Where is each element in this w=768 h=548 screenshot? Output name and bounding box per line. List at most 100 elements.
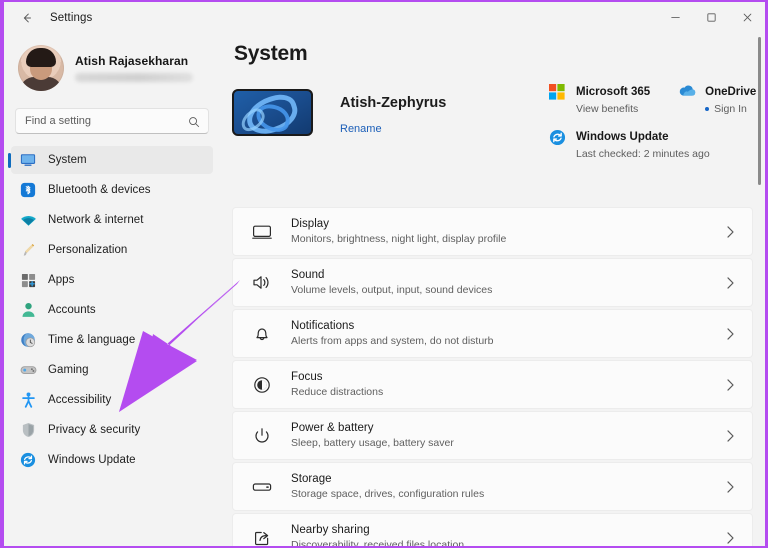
sidebar-item-label: Accessibility xyxy=(48,394,111,406)
setting-subtitle: Storage space, drives, configuration rul… xyxy=(291,488,484,500)
setting-title: Storage xyxy=(291,473,484,485)
maximize-button[interactable] xyxy=(693,2,729,33)
setting-subtitle: Volume levels, output, input, sound devi… xyxy=(291,284,492,296)
service-onedrive[interactable]: OneDrive Sign In xyxy=(678,82,756,115)
windows-update-icon xyxy=(549,129,567,147)
setting-row-display[interactable]: Display Monitors, brightness, night ligh… xyxy=(232,207,753,256)
setting-subtitle: Sleep, battery usage, battery saver xyxy=(291,437,454,449)
setting-text: Power & battery Sleep, battery usage, ba… xyxy=(291,422,454,449)
sidebar-item-system[interactable]: System xyxy=(11,146,213,174)
sidebar-item-time-language[interactable]: Time & language xyxy=(11,326,213,354)
setting-subtitle: Alerts from apps and system, do not dist… xyxy=(291,335,494,347)
window-title: Settings xyxy=(50,12,92,24)
sidebar-item-label: Personalization xyxy=(48,244,127,256)
back-arrow-icon xyxy=(20,11,34,25)
share-icon xyxy=(250,529,274,547)
service-text: OneDrive Sign In xyxy=(705,82,756,115)
title-bar: Settings xyxy=(4,2,765,34)
shield-icon xyxy=(18,421,38,439)
power-icon xyxy=(250,427,274,445)
account-email-blurred xyxy=(75,73,193,82)
service-subtitle: Sign In xyxy=(705,103,756,115)
setting-row-focus[interactable]: Focus Reduce distractions xyxy=(232,360,753,409)
page-title: System xyxy=(234,42,308,66)
system-icon xyxy=(18,151,38,169)
setting-title: Nearby sharing xyxy=(291,524,464,536)
storage-icon xyxy=(250,481,274,493)
close-icon xyxy=(742,12,753,23)
device-summary: Atish-Zephyrus Rename xyxy=(232,89,446,137)
search-input[interactable] xyxy=(25,110,175,132)
sidebar-item-personalization[interactable]: Personalization xyxy=(11,236,213,264)
clock-globe-icon xyxy=(18,331,38,349)
sidebar-item-privacy-security[interactable]: Privacy & security xyxy=(11,416,213,444)
maximize-icon xyxy=(706,12,717,23)
service-title: OneDrive xyxy=(705,86,756,98)
sidebar-item-label: Gaming xyxy=(48,364,89,376)
bell-icon xyxy=(250,325,274,343)
setting-row-nearby-sharing[interactable]: Nearby sharing Discoverability, received… xyxy=(232,513,753,546)
speaker-icon xyxy=(250,274,274,291)
service-cards: Microsoft 365 View benefits OneDrive Sig… xyxy=(549,82,761,160)
account-block[interactable]: Atish Rajasekharan xyxy=(18,42,220,94)
sidebar-item-label: Time & language xyxy=(48,334,135,346)
setting-title: Notifications xyxy=(291,320,494,332)
person-icon xyxy=(18,301,38,319)
windows-update-icon xyxy=(18,451,38,469)
chevron-right-icon xyxy=(726,480,735,493)
service-subtitle: View benefits xyxy=(576,103,650,115)
service-subtitle: Last checked: 2 minutes ago xyxy=(576,148,710,160)
setting-title: Focus xyxy=(291,371,383,383)
rename-link[interactable]: Rename xyxy=(340,123,382,135)
sidebar-item-windows-update[interactable]: Windows Update xyxy=(11,446,213,474)
minimize-icon xyxy=(670,12,681,23)
search-box[interactable] xyxy=(15,108,209,134)
window-controls xyxy=(657,2,765,34)
setting-text: Display Monitors, brightness, night ligh… xyxy=(291,218,506,245)
setting-subtitle: Reduce distractions xyxy=(291,386,383,398)
setting-text: Nearby sharing Discoverability, received… xyxy=(291,524,464,546)
sidebar-item-bluetooth-devices[interactable]: Bluetooth & devices xyxy=(11,176,213,204)
sidebar-item-accounts[interactable]: Accounts xyxy=(11,296,213,324)
setting-title: Display xyxy=(291,218,506,230)
service-text: Windows Update Last checked: 2 minutes a… xyxy=(576,127,710,160)
chevron-right-icon xyxy=(726,429,735,442)
device-name: Atish-Zephyrus xyxy=(340,95,446,111)
setting-title: Sound xyxy=(291,269,492,281)
chevron-right-icon xyxy=(726,225,735,238)
account-name: Atish Rajasekharan xyxy=(75,54,193,68)
sidebar-item-accessibility[interactable]: Accessibility xyxy=(11,386,213,414)
chevron-right-icon xyxy=(726,327,735,340)
settings-window: Settings xyxy=(4,2,765,546)
focus-icon xyxy=(250,376,274,394)
monitor-icon xyxy=(250,224,274,240)
back-button[interactable] xyxy=(12,4,42,32)
sidebar-item-gaming[interactable]: Gaming xyxy=(11,356,213,384)
service-microsoft-365[interactable]: Microsoft 365 View benefits xyxy=(549,82,650,115)
setting-row-power-battery[interactable]: Power & battery Sleep, battery usage, ba… xyxy=(232,411,753,460)
setting-row-sound[interactable]: Sound Volume levels, output, input, soun… xyxy=(232,258,753,307)
chevron-right-icon xyxy=(726,378,735,391)
setting-subtitle: Monitors, brightness, night light, displ… xyxy=(291,233,506,245)
avatar xyxy=(18,45,64,91)
service-windows-update[interactable]: Windows Update Last checked: 2 minutes a… xyxy=(549,127,761,160)
sidebar-item-label: Privacy & security xyxy=(48,424,140,436)
bluetooth-icon xyxy=(18,181,38,199)
sidebar-item-apps[interactable]: Apps xyxy=(11,266,213,294)
settings-list: Display Monitors, brightness, night ligh… xyxy=(232,207,753,546)
sidebar-nav: System Bluetooth & devices xyxy=(4,146,220,474)
setting-row-notifications[interactable]: Notifications Alerts from apps and syste… xyxy=(232,309,753,358)
scrollbar[interactable] xyxy=(756,37,763,542)
search-icon xyxy=(188,115,200,133)
sidebar-item-network-internet[interactable]: Network & internet xyxy=(11,206,213,234)
setting-text: Storage Storage space, drives, configura… xyxy=(291,473,484,500)
microsoft-365-icon xyxy=(549,84,567,102)
close-button[interactable] xyxy=(729,2,765,33)
scrollbar-thumb[interactable] xyxy=(758,37,761,185)
sidebar-item-label: System xyxy=(48,154,87,166)
setting-text: Focus Reduce distractions xyxy=(291,371,383,398)
setting-title: Power & battery xyxy=(291,422,454,434)
minimize-button[interactable] xyxy=(657,2,693,33)
setting-row-storage[interactable]: Storage Storage space, drives, configura… xyxy=(232,462,753,511)
main-content: System Atish-Zephyrus Rename xyxy=(220,34,765,546)
